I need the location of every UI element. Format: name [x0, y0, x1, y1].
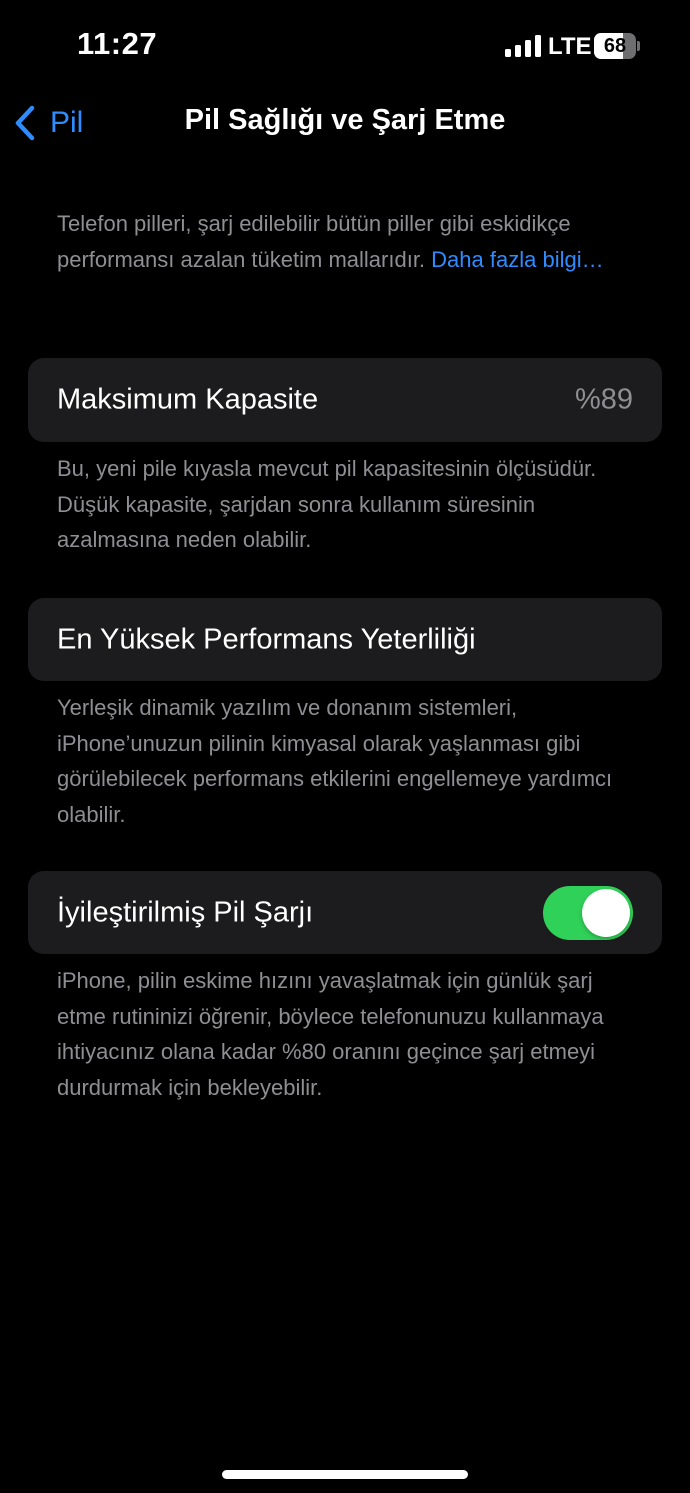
navigation-bar: Pil Pil Sağlığı ve Şarj Etme — [0, 92, 690, 154]
max-capacity-footnote: Bu, yeni pile kıyasla mevcut pil kapasit… — [57, 456, 597, 552]
max-capacity-label: Maksimum Kapasite — [57, 383, 319, 416]
battery-icon: 68 — [594, 33, 640, 59]
cellular-signal-icon — [505, 35, 541, 57]
status-time: 11:27 — [77, 26, 158, 61]
optimized-charging-toggle[interactable] — [543, 885, 633, 940]
max-capacity-value: %89 — [574, 383, 633, 416]
page-title: Pil Sağlığı ve Şarj Etme — [184, 104, 506, 136]
toggle-knob — [582, 888, 630, 937]
peak-performance-label: En Yüksek Performans Yeterliliği — [57, 623, 476, 655]
peak-performance-row: En Yüksek Performans Yeterliliği — [28, 598, 662, 681]
status-bar: 11:27 LTE 68 — [0, 0, 690, 92]
optimized-charging-row: İyileştirilmiş Pil Şarjı — [28, 871, 662, 954]
learn-more-link[interactable]: Daha fazla bilgi… — [431, 247, 603, 272]
max-capacity-row: Maksimum Kapasite %89 — [28, 358, 662, 442]
intro-text: Telefon pilleri, şarj edilebilir bütün p… — [57, 206, 647, 277]
optimized-charging-footnote: iPhone, pilin eskime hızını yavaşlatmak … — [57, 968, 604, 1100]
network-type-label: LTE — [548, 33, 592, 60]
optimized-charging-label: İyileştirilmiş Pil Şarjı — [57, 896, 314, 928]
home-indicator[interactable] — [222, 1470, 468, 1479]
battery-level-text: 68 — [603, 35, 627, 57]
peak-performance-footnote: Yerleşik dinamik yazılım ve donanım sist… — [57, 695, 613, 827]
